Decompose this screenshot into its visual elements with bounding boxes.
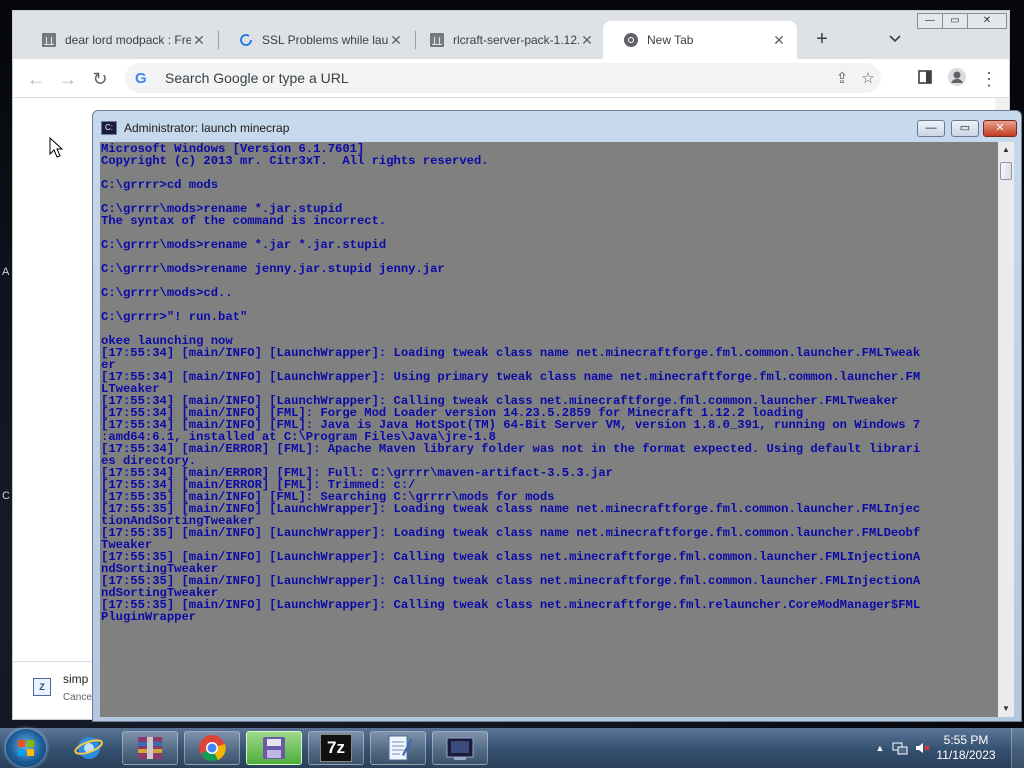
console-line: C:\grrrr\mods>cd.. [101, 286, 233, 300]
console-output[interactable]: Microsoft Windows [Version 6.1.7601] Cop… [100, 142, 998, 717]
close-button[interactable]: ✕ [967, 13, 1007, 29]
console-line: C:\grrrr\mods>rename *.jar *.jar.stupid [101, 238, 387, 252]
console-line: C:\grrrr>"! run.bat" [101, 310, 248, 324]
clock[interactable]: 5:55 PM 11/18/2023 [928, 733, 1004, 763]
tab-search-button[interactable] [883, 25, 907, 53]
avatar-icon [948, 68, 966, 86]
forward-button[interactable]: → [56, 67, 80, 91]
7zip-icon: 7z [320, 734, 352, 762]
winrar-icon [138, 737, 162, 759]
omnibox[interactable]: G ⇪ ☆ [125, 63, 881, 93]
console-line: [17:55:35] [main/INFO] [LaunchWrapper]: … [101, 526, 921, 540]
network-icon[interactable] [892, 740, 908, 756]
taskbar-item-notepad[interactable] [370, 731, 426, 765]
console-line: [17:55:34] [main/INFO] [LaunchWrapper]: … [101, 346, 921, 360]
start-button[interactable] [6, 729, 46, 767]
side-panel-icon [918, 70, 932, 84]
clock-time: 5:55 PM [943, 733, 989, 747]
console-line: [17:55:35] [main/INFO] [LaunchWrapper]: … [101, 574, 921, 588]
console-line: [17:55:34] [main/INFO] [LaunchWrapper]: … [101, 370, 921, 384]
ie-icon [74, 737, 103, 759]
tab-ssl-problems[interactable]: SSL Problems while laun ✕ [218, 21, 414, 59]
browser-toolbar: ← → ↻ G ⇪ ☆ ⋮ [13, 59, 1009, 98]
menu-button[interactable]: ⋮ [977, 67, 1001, 91]
chevron-down-icon [889, 35, 901, 43]
taskbar-item-cmd[interactable] [432, 731, 488, 765]
taskbar-item-floppy-app[interactable] [246, 731, 302, 765]
address-input[interactable] [163, 69, 829, 87]
archive-file-icon: Z [33, 678, 51, 696]
windows-logo-icon [18, 740, 34, 756]
new-tab-button[interactable]: + [808, 25, 836, 53]
tab-rlcraft-server-pack[interactable]: rlcraft-server-pack-1.12. ✕ [409, 21, 605, 59]
console-line: PluginWrapper [101, 610, 197, 624]
cmd-icon [446, 737, 474, 760]
download-status: Cance [63, 692, 92, 703]
console-line: [17:55:35] [main/INFO] [LaunchWrapper]: … [101, 598, 921, 612]
show-desktop-button[interactable] [1011, 728, 1024, 768]
scroll-down-icon[interactable]: ▼ [998, 701, 1014, 717]
maximize-button[interactable]: ▭ [951, 120, 979, 137]
chrome-icon [623, 32, 639, 48]
close-icon[interactable]: ✕ [579, 32, 595, 49]
taskbar-item-winrar[interactable] [122, 731, 178, 765]
profile-button[interactable] [945, 67, 969, 91]
back-button[interactable]: ← [24, 67, 48, 91]
library-icon [429, 32, 445, 48]
library-icon [41, 32, 57, 48]
tab-new-tab[interactable]: New Tab ✕ [603, 21, 797, 59]
cmd-icon: C: [101, 121, 117, 135]
console-line: [17:55:34] [main/ERROR] [FML]: Apache Ma… [101, 442, 921, 456]
maximize-button[interactable]: ▭ [942, 13, 968, 29]
system-tray: ▲ 5:55 PM 11/18/2023 [864, 728, 1024, 768]
star-icon[interactable]: ☆ [855, 69, 881, 87]
scroll-thumb[interactable] [1000, 162, 1012, 180]
console-line: C:\grrrr>cd mods [101, 178, 219, 192]
console-line: The syntax of the command is incorrect. [101, 214, 387, 228]
desktop-icon-fragment: A [2, 266, 10, 278]
desktop-icon-fragment: C [2, 490, 10, 502]
window-title-bar[interactable]: C: Administrator: launch minecrap [101, 119, 289, 137]
share-icon[interactable]: ⇪ [829, 69, 855, 87]
chrome-icon [199, 735, 226, 762]
scroll-up-icon[interactable]: ▲ [998, 142, 1014, 158]
console-line: C:\grrrr\mods>rename jenny.jar.stupid je… [101, 262, 445, 276]
tab-title: rlcraft-server-pack-1.12. [453, 33, 579, 47]
minimize-button[interactable]: — [917, 13, 943, 29]
console-line: [17:55:35] [main/INFO] [LaunchWrapper]: … [101, 550, 921, 564]
taskbar-item-chrome[interactable] [184, 731, 240, 765]
floppy-icon [263, 737, 285, 759]
tab-strip: dear lord modpack : Fre ✕ SSL Problems w… [13, 11, 1009, 59]
close-icon[interactable]: ✕ [771, 32, 787, 49]
tab-title: New Tab [647, 33, 694, 47]
google-icon: G [135, 69, 147, 87]
taskbar: 7z ▲ 5:55 PM 11/18/2023 [0, 728, 1024, 768]
close-icon[interactable]: ✕ [191, 32, 207, 49]
close-button[interactable]: ✕ [983, 120, 1017, 137]
close-icon[interactable]: ✕ [388, 32, 404, 49]
mouse-cursor-icon [49, 137, 63, 158]
window-title: Administrator: launch minecrap [124, 121, 290, 135]
download-filename: simp [63, 672, 89, 686]
show-hidden-icons-icon[interactable]: ▲ [872, 740, 888, 756]
console-text: Microsoft Windows [Version 6.1.7601] Cop… [100, 142, 998, 623]
console-line: Copyright (c) 2013 mr. Citr3xT. All righ… [101, 154, 489, 168]
taskbar-item-internet-explorer[interactable] [61, 731, 117, 765]
tab-title: dear lord modpack : Fre [65, 33, 191, 47]
tab-dear-lord-modpack[interactable]: dear lord modpack : Fre ✕ [21, 21, 217, 59]
clock-date: 11/18/2023 [936, 748, 996, 762]
side-panel-button[interactable] [913, 67, 937, 91]
loading-icon [238, 32, 254, 48]
minimize-button[interactable]: — [917, 120, 945, 137]
notepad-icon [388, 735, 412, 761]
console-scrollbar[interactable]: ▲ ▼ [998, 142, 1014, 717]
taskbar-item-7zip[interactable]: 7z [308, 731, 364, 765]
command-prompt-window: C: Administrator: launch minecrap — ▭ ✕ … [92, 110, 1022, 722]
tab-title: SSL Problems while laun [262, 33, 388, 47]
reload-button[interactable]: ↻ [88, 67, 112, 91]
